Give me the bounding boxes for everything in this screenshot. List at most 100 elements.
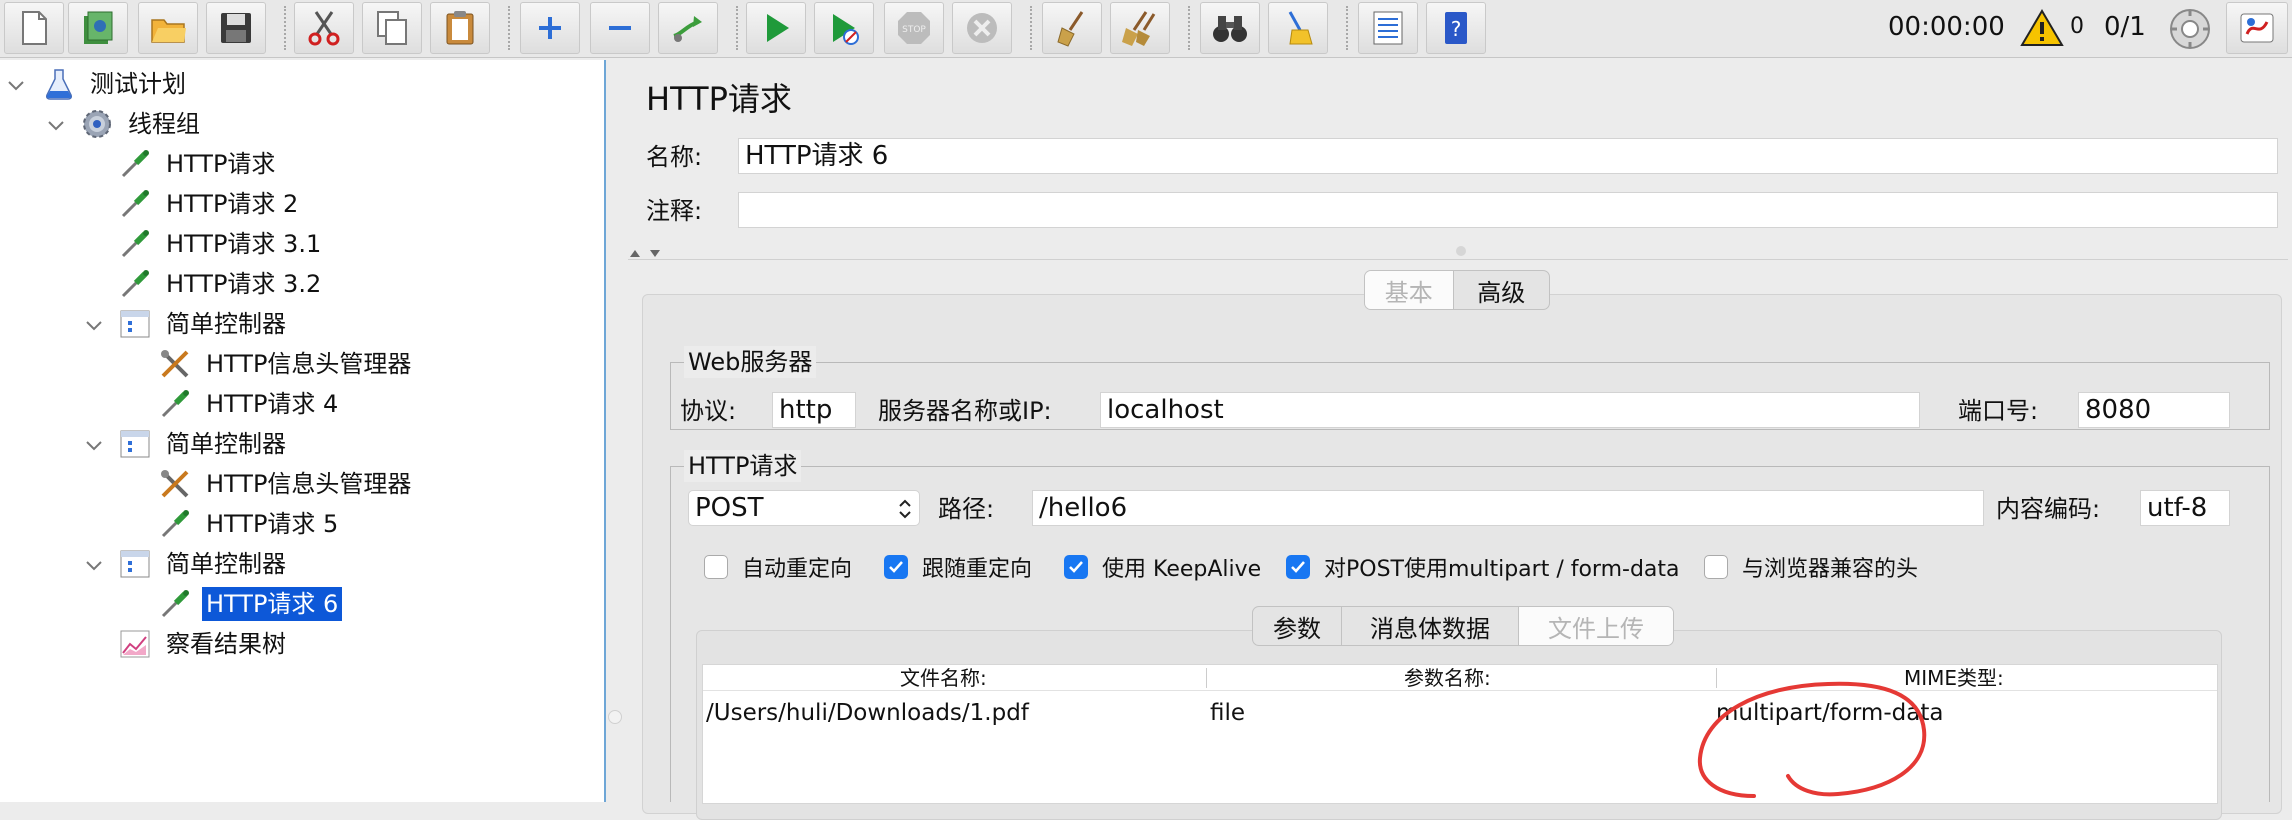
pipette-icon bbox=[121, 150, 149, 178]
tree-item-http-request-2[interactable]: HTTP请求 2 bbox=[118, 185, 302, 223]
stop-button[interactable]: STOP bbox=[884, 2, 944, 54]
new-plan-button[interactable] bbox=[4, 2, 64, 54]
remote-status-icon[interactable] bbox=[2168, 7, 2212, 51]
tree-item-http-request-3-2[interactable]: HTTP请求 3.2 bbox=[118, 265, 325, 303]
encoding-field[interactable]: utf-8 bbox=[2140, 490, 2230, 526]
checkmark-icon bbox=[1291, 561, 1305, 573]
toolbar-separator bbox=[284, 6, 286, 50]
column-header-param-name[interactable]: 参数名称: bbox=[1404, 665, 1491, 691]
tab-file-upload[interactable]: 文件上传 bbox=[1519, 607, 1673, 645]
tree-item-simple-controller-2[interactable]: 简单控制器 bbox=[118, 425, 290, 463]
tree-item-simple-controller-3[interactable]: 简单控制器 bbox=[118, 545, 290, 583]
copy-button[interactable] bbox=[362, 2, 422, 54]
name-label: 名称: bbox=[646, 143, 703, 171]
tree-item-thread-group[interactable]: 线程组 bbox=[80, 105, 204, 143]
server-field[interactable]: localhost bbox=[1100, 392, 1920, 428]
column-header-file-name[interactable]: 文件名称: bbox=[900, 665, 987, 691]
browser-headers-checkbox[interactable]: 与浏览器兼容的头 bbox=[1704, 552, 1918, 582]
tree-item-http-request[interactable]: HTTP请求 bbox=[118, 145, 279, 183]
warning-icon[interactable] bbox=[2020, 8, 2064, 48]
tab-basic[interactable]: 基本 bbox=[1365, 271, 1453, 309]
tab-params[interactable]: 参数 bbox=[1253, 607, 1341, 645]
tab-body-data[interactable]: 消息体数据 bbox=[1342, 607, 1518, 645]
toggle-icon bbox=[673, 16, 702, 42]
toggle-button[interactable] bbox=[658, 2, 718, 54]
function-helper-button[interactable] bbox=[1358, 2, 1418, 54]
svg-text:STOP: STOP bbox=[902, 25, 926, 35]
path-label: 路径: bbox=[938, 495, 995, 523]
tree-item-test-plan[interactable]: 测试计划 bbox=[42, 65, 190, 103]
collapse-chevron-icon[interactable] bbox=[6, 76, 26, 96]
path-field[interactable]: /hello6 bbox=[1032, 490, 1984, 526]
binoculars-icon bbox=[1213, 16, 1247, 42]
pipette-icon bbox=[121, 270, 149, 298]
tab-advanced[interactable]: 高级 bbox=[1454, 271, 1549, 309]
collapse-all-button[interactable] bbox=[590, 2, 650, 54]
scissors-icon bbox=[308, 11, 340, 46]
checkbox-unchecked bbox=[1704, 555, 1728, 579]
help-button[interactable]: ? bbox=[1426, 2, 1486, 54]
pipette-icon bbox=[121, 190, 149, 218]
port-field[interactable]: 8080 bbox=[2078, 392, 2230, 428]
save-button[interactable] bbox=[206, 2, 266, 54]
protocol-field[interactable]: http bbox=[772, 392, 856, 428]
cut-button[interactable] bbox=[294, 2, 354, 54]
chart-icon bbox=[120, 630, 150, 658]
multipart-checkbox[interactable]: 对POST使用multipart / form-data bbox=[1286, 552, 1680, 582]
new-file-icon bbox=[22, 11, 47, 45]
broom-double-icon bbox=[1122, 11, 1156, 46]
log-viewer-button[interactable] bbox=[2226, 2, 2288, 54]
toolbar-separator bbox=[1030, 6, 1032, 50]
tools-icon bbox=[161, 470, 189, 498]
keepalive-checkbox[interactable]: 使用 KeepAlive bbox=[1064, 552, 1261, 582]
collapse-chevron-icon[interactable] bbox=[84, 316, 104, 336]
clear-all-button[interactable] bbox=[1110, 2, 1170, 54]
auto-redirect-checkbox[interactable]: 自动重定向 bbox=[704, 552, 852, 582]
splitter-arrows-icon[interactable] bbox=[628, 246, 664, 260]
search-button[interactable] bbox=[1200, 2, 1260, 54]
paste-icon bbox=[446, 11, 474, 45]
column-divider bbox=[1206, 668, 1207, 688]
tree-item-header-manager-1[interactable]: HTTP信息头管理器 bbox=[158, 345, 415, 383]
comment-field[interactable] bbox=[738, 192, 2278, 228]
stop-icon: STOP bbox=[898, 12, 930, 44]
play-no-timer-icon bbox=[833, 14, 859, 45]
help-book-icon: ? bbox=[1445, 12, 1467, 44]
toolbar: STOP ? 00:00:00 0 0/1 bbox=[0, 0, 2292, 58]
name-field[interactable]: HTTP请求 6 bbox=[738, 138, 2278, 174]
expand-all-button[interactable] bbox=[520, 2, 580, 54]
start-button[interactable] bbox=[746, 2, 806, 54]
resize-handle[interactable] bbox=[608, 710, 622, 724]
tree-item-http-request-6[interactable]: HTTP请求 6 bbox=[158, 585, 343, 623]
tree-item-http-request-4[interactable]: HTTP请求 4 bbox=[158, 385, 342, 423]
method-select[interactable]: POST bbox=[688, 490, 920, 526]
templates-button[interactable] bbox=[68, 2, 128, 54]
open-button[interactable] bbox=[138, 2, 198, 54]
reset-search-button[interactable] bbox=[1268, 2, 1328, 54]
follow-redirect-checkbox[interactable]: 跟随重定向 bbox=[884, 552, 1032, 582]
pipette-icon bbox=[121, 230, 149, 258]
collapse-chevron-icon[interactable] bbox=[84, 436, 104, 456]
cell-param-name: file bbox=[1210, 700, 1246, 726]
start-no-pauses-button[interactable] bbox=[814, 2, 874, 54]
collapse-chevron-icon[interactable] bbox=[46, 116, 66, 136]
test-plan-tree[interactable]: 测试计划 线程组 HTTP请求 HTTP请求 2 HTTP请求 3.1 HTTP… bbox=[0, 60, 606, 802]
tree-item-view-results-tree[interactable]: 察看结果树 bbox=[118, 625, 290, 663]
shutdown-icon bbox=[967, 13, 997, 43]
toolbar-separator bbox=[508, 6, 510, 50]
config-tabs: 基本 高级 bbox=[1364, 270, 1550, 310]
paste-button[interactable] bbox=[430, 2, 490, 54]
splitter-handle[interactable] bbox=[1456, 246, 1466, 256]
sweep-icon bbox=[1288, 11, 1313, 45]
list-icon bbox=[1373, 11, 1403, 45]
clear-button[interactable] bbox=[1042, 2, 1102, 54]
protocol-label: 协议: bbox=[680, 397, 737, 425]
save-icon bbox=[221, 13, 251, 43]
tree-item-simple-controller-1[interactable]: 简单控制器 bbox=[118, 305, 290, 343]
tree-item-http-request-5[interactable]: HTTP请求 5 bbox=[158, 505, 342, 543]
tree-item-header-manager-2[interactable]: HTTP信息头管理器 bbox=[158, 465, 415, 503]
collapse-chevron-icon[interactable] bbox=[84, 556, 104, 576]
tree-item-http-request-3-1[interactable]: HTTP请求 3.1 bbox=[118, 225, 325, 263]
shutdown-button[interactable] bbox=[952, 2, 1012, 54]
checkmark-icon bbox=[1069, 561, 1083, 573]
